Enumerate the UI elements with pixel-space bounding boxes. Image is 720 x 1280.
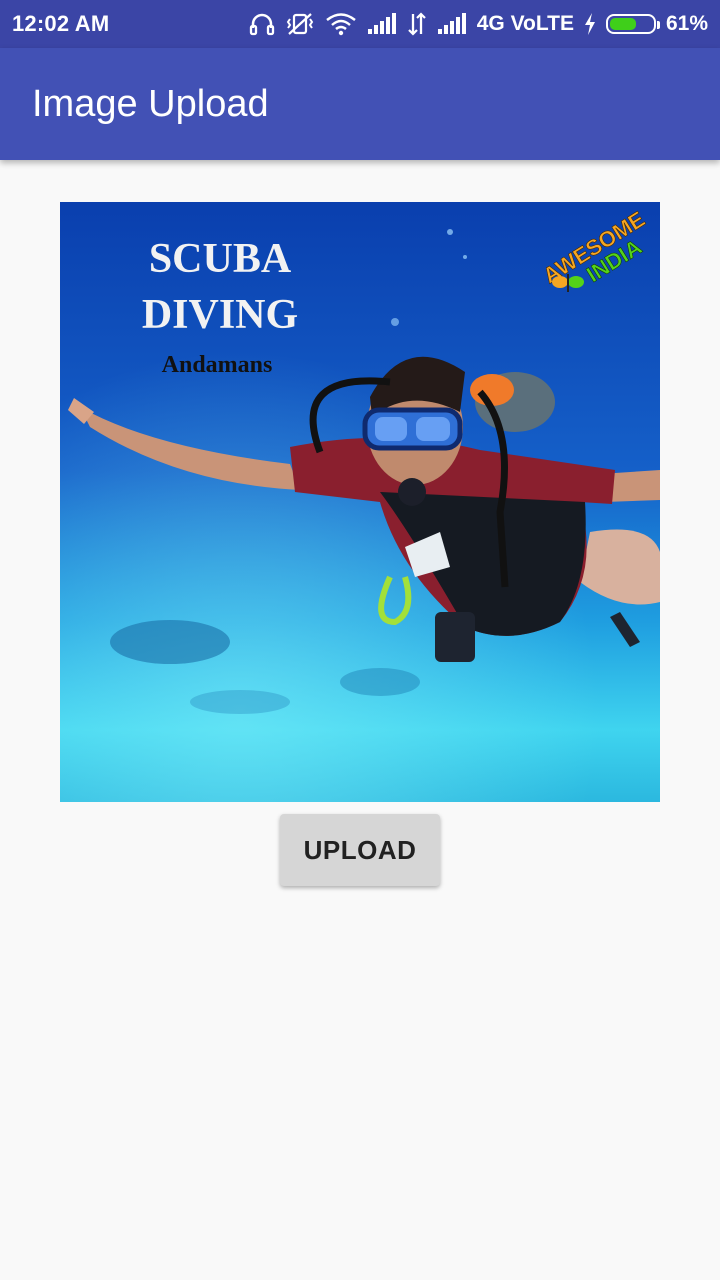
scuba-diver-photo: SCUBA DIVING Andamans AWESOME INDIA bbox=[60, 202, 660, 802]
battery-icon bbox=[605, 14, 660, 34]
photo-subtitle: Andamans bbox=[162, 352, 273, 378]
main-content: SCUBA DIVING Andamans AWESOME INDIA UPLO… bbox=[0, 160, 720, 1280]
signal-icon bbox=[367, 13, 397, 35]
vibrate-off-icon bbox=[285, 12, 315, 36]
network-type: 4G VoLTE bbox=[476, 12, 574, 35]
wifi-icon bbox=[325, 12, 357, 36]
upload-button[interactable]: UPLOAD bbox=[280, 814, 440, 886]
status-bar: 12:02 AM 4G VoLTE 61% bbox=[0, 0, 720, 48]
battery-percent: 61% bbox=[665, 12, 708, 35]
status-time: 12:02 AM bbox=[12, 11, 110, 36]
battery-level bbox=[609, 18, 636, 30]
photo-title-line2: DIVING bbox=[142, 292, 298, 338]
app-bar: Image Upload bbox=[0, 48, 720, 160]
status-icons: 4G VoLTE 61% bbox=[249, 12, 708, 36]
photo-title-line1: SCUBA bbox=[149, 236, 292, 282]
headset-icon bbox=[249, 12, 275, 36]
battery-tip bbox=[656, 21, 660, 29]
signal-icon bbox=[437, 13, 467, 35]
selected-image: SCUBA DIVING Andamans AWESOME INDIA bbox=[60, 202, 660, 802]
data-arrows-icon bbox=[407, 12, 427, 36]
charging-icon bbox=[584, 13, 596, 35]
page-title: Image Upload bbox=[32, 82, 269, 125]
